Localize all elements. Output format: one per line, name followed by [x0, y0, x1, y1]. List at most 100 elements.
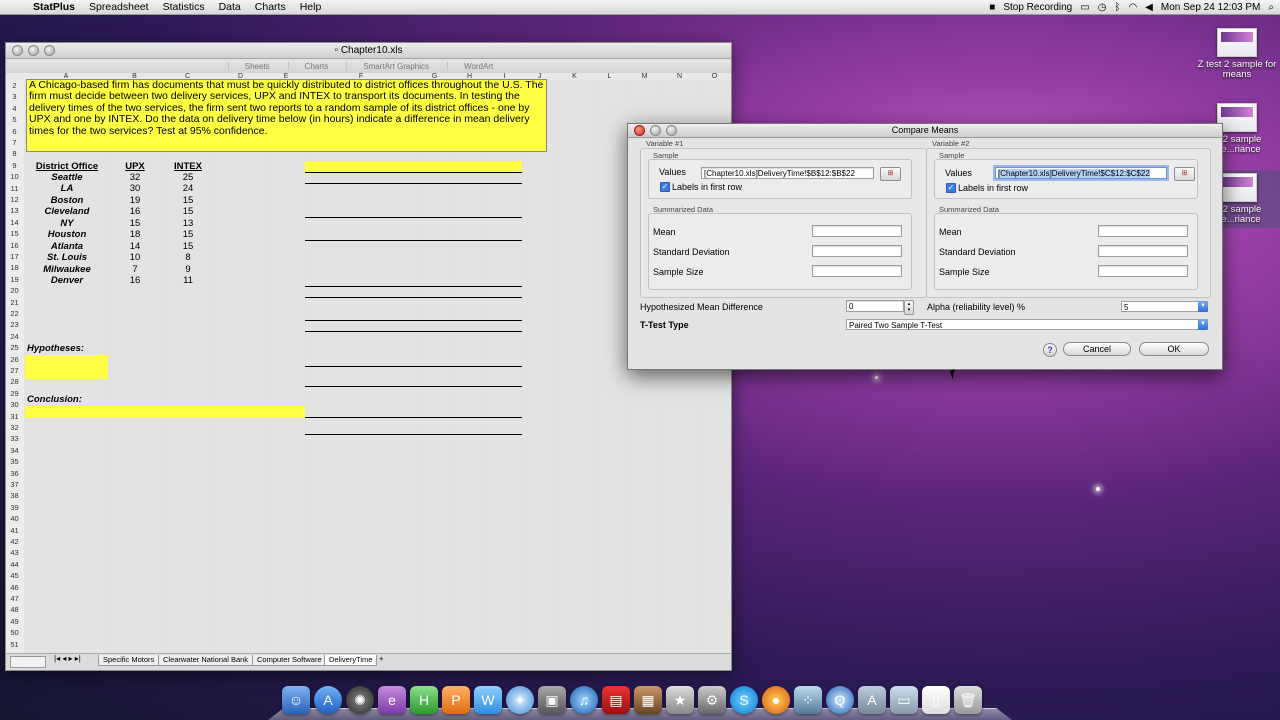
ttest-type-select[interactable]: Paired Two Sample T-Test ▼ [846, 319, 1208, 330]
cell-city[interactable]: Cleveland [26, 206, 108, 217]
row-header[interactable]: 2 [6, 80, 23, 91]
row-header[interactable]: 39 [6, 502, 23, 513]
row-header[interactable]: 9 [6, 160, 23, 171]
row-header[interactable]: 43 [6, 547, 23, 558]
view-toggle[interactable] [10, 656, 46, 668]
var2-sd-input[interactable] [1098, 245, 1188, 257]
cell-upx[interactable]: 14 [110, 241, 160, 252]
cell-upx[interactable]: 15 [110, 218, 160, 229]
finder-icon[interactable]: ☺ [282, 686, 310, 714]
clock[interactable]: Mon Sep 24 12:03 PM [1161, 2, 1261, 13]
cell-intex[interactable]: 15 [163, 241, 213, 252]
hyp-mean-diff-input[interactable]: 0 [846, 300, 904, 312]
row-header[interactable]: 34 [6, 445, 23, 456]
sheet-tab-active[interactable]: DeliveryTime [324, 655, 378, 666]
app-store-icon[interactable]: A [314, 686, 342, 714]
var1-labels-first-row-label[interactable]: Labels in first row [672, 182, 742, 192]
sheet-tab[interactable]: Clearwater National Bank [158, 655, 254, 666]
extensions-icon[interactable]: e [378, 686, 406, 714]
row-header[interactable]: 32 [6, 422, 23, 433]
preview-icon[interactable]: ▣ [538, 686, 566, 714]
column-header[interactable]: K [557, 73, 592, 80]
var1-sd-input[interactable] [812, 245, 902, 257]
cell-city[interactable]: Boston [26, 195, 108, 206]
cell-intex[interactable]: 13 [163, 218, 213, 229]
time-machine-icon[interactable]: ◷ [1098, 2, 1107, 13]
column-header[interactable]: N [662, 73, 697, 80]
row-header[interactable]: 11 [6, 183, 23, 194]
var2-size-input[interactable] [1098, 265, 1188, 277]
cell-upx[interactable]: 10 [110, 252, 160, 263]
row-header[interactable]: 7 [6, 137, 23, 148]
column-header[interactable]: M [627, 73, 662, 80]
system-preferences-icon[interactable]: ⚙ [698, 686, 726, 714]
var2-values-input[interactable]: [Chapter10.xls]DeliveryTime!$C$12:$C$22 [995, 167, 1167, 179]
cell-intex[interactable]: 9 [163, 264, 213, 275]
ok-button[interactable]: OK [1139, 342, 1209, 356]
stop-recording[interactable]: Stop Recording [1003, 2, 1072, 13]
conclusion-answer-cell[interactable] [25, 406, 305, 418]
column-header[interactable]: O [697, 73, 731, 80]
row-header[interactable]: 28 [6, 376, 23, 387]
row-header[interactable]: 45 [6, 570, 23, 581]
row-header[interactable]: 40 [6, 513, 23, 524]
powerpoint-icon[interactable]: P [442, 686, 470, 714]
safari-icon[interactable]: ✦ [506, 686, 534, 714]
row-header[interactable]: 49 [6, 616, 23, 627]
cell-city[interactable]: Houston [26, 229, 108, 240]
row-header[interactable]: 37 [6, 479, 23, 490]
row-header[interactable]: 8 [6, 148, 23, 159]
cell-intex[interactable]: 15 [163, 229, 213, 240]
hypotheses-answer-cell[interactable] [25, 355, 108, 379]
sheet-tab[interactable]: Computer Software [252, 655, 327, 666]
dropdown-arrow-icon[interactable]: ▼ [1198, 301, 1208, 312]
cell-city[interactable]: Denver [26, 275, 108, 286]
menu-statistics[interactable]: Statistics [156, 1, 212, 13]
numbers-icon[interactable]: H [410, 686, 438, 714]
row-header[interactable]: 36 [6, 468, 23, 479]
cell-intex[interactable]: 15 [163, 206, 213, 217]
row-header[interactable]: 50 [6, 627, 23, 638]
row-header[interactable]: 13 [6, 205, 23, 216]
cell-upx[interactable]: 18 [110, 229, 160, 240]
photo-booth-icon[interactable]: ▤ [602, 686, 630, 714]
var1-values-input[interactable]: [Chapter10.xls]DeliveryTime!$B$12:$B$22 [701, 167, 874, 179]
row-header[interactable]: 4 [6, 103, 23, 114]
row-header[interactable]: 6 [6, 126, 23, 137]
imovie-icon[interactable]: ★ [666, 686, 694, 714]
help-button[interactable]: ? [1043, 343, 1057, 357]
ribbon-tab-sheets[interactable]: Sheets [227, 61, 286, 71]
row-header[interactable]: 17 [6, 251, 23, 262]
row-header[interactable]: 38 [6, 490, 23, 501]
row-header[interactable]: 18 [6, 262, 23, 273]
problem-text-box[interactable]: A Chicago-based firm has documents that … [26, 79, 547, 152]
minimize-dialog-icon[interactable] [650, 125, 661, 136]
row-header[interactable]: 30 [6, 399, 23, 410]
cell-upx[interactable]: 7 [110, 264, 160, 275]
cancel-button[interactable]: Cancel [1063, 342, 1131, 356]
header-district-office[interactable]: District Office [26, 161, 108, 172]
row-header[interactable]: 24 [6, 331, 23, 342]
dashboard-icon[interactable]: ✺ [346, 686, 374, 714]
ribbon-tab-charts[interactable]: Charts [287, 61, 345, 71]
menu-app[interactable]: StatPlus [26, 1, 82, 13]
row-header[interactable]: 27 [6, 365, 23, 376]
row-header[interactable]: 33 [6, 433, 23, 444]
row-header[interactable]: 25 [6, 342, 23, 353]
cell-upx[interactable]: 16 [110, 275, 160, 286]
row-header[interactable]: 35 [6, 456, 23, 467]
var1-labels-checkbox[interactable]: ✓ [660, 182, 670, 192]
cell-upx[interactable]: 30 [110, 183, 160, 194]
cell-intex[interactable]: 25 [163, 172, 213, 183]
tab-nav-arrows-icon[interactable]: |◂ ◂ ▸ ▸| [54, 654, 81, 663]
cell-intex[interactable]: 15 [163, 195, 213, 206]
row-header[interactable]: 14 [6, 217, 23, 228]
alpha-select[interactable]: 5 ▼ [1121, 301, 1208, 312]
documents-folder-icon[interactable]: ▭ [890, 686, 918, 714]
zoom-window-icon[interactable] [44, 45, 55, 56]
bluetooth-icon[interactable]: ᛒ [1114, 2, 1120, 13]
cell-city[interactable]: Atlanta [26, 241, 108, 252]
cell-intex[interactable]: 11 [163, 275, 213, 286]
cell-city[interactable]: LA [26, 183, 108, 194]
row-header[interactable]: 3 [6, 91, 23, 102]
